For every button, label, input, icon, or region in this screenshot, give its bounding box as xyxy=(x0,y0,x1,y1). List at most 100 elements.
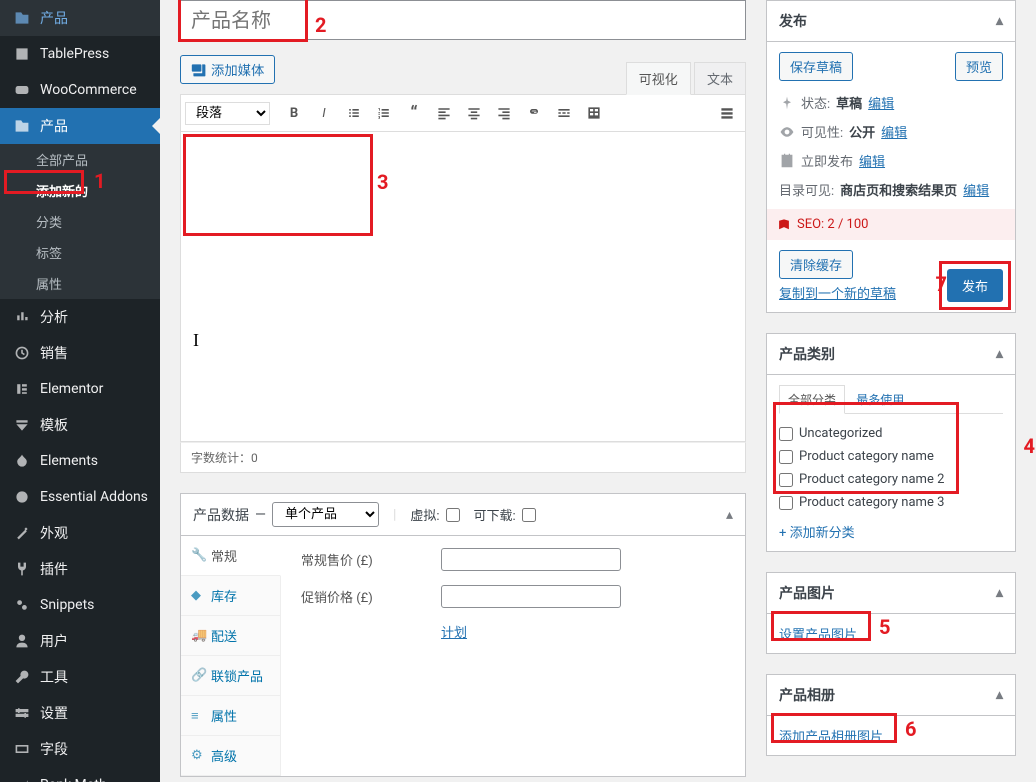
number-list-button[interactable] xyxy=(370,99,398,127)
collapse-toggle[interactable]: ▴ xyxy=(726,507,733,523)
link-icon: 🔗 xyxy=(191,668,205,683)
sidebar-item-8[interactable]: Elements xyxy=(0,443,160,479)
collapse-toggle[interactable]: ▴ xyxy=(996,13,1003,29)
set-product-image-link[interactable]: 设置产品图片 xyxy=(779,628,857,643)
edit-status-link[interactable]: 编辑 xyxy=(868,93,894,112)
add-gallery-image-link[interactable]: 添加产品相册图片 xyxy=(779,730,883,745)
align-left-button[interactable] xyxy=(430,99,458,127)
category-item-2[interactable]: Product category name 2 xyxy=(779,468,1003,491)
sidebar-item-2[interactable]: WooCommerce xyxy=(0,72,160,108)
sidebar-item-6[interactable]: Elementor xyxy=(0,371,160,407)
add-media-button[interactable]: 添加媒体 xyxy=(180,55,275,84)
align-right-button[interactable] xyxy=(490,99,518,127)
menu-label: 产品 xyxy=(40,8,68,28)
paragraph-selector[interactable]: 段落 xyxy=(185,102,270,125)
annotation-6: 6 xyxy=(905,717,916,741)
submenu-item-3[interactable]: 标签 xyxy=(0,237,160,268)
template-icon xyxy=(12,415,32,435)
category-item-1[interactable]: Product category name xyxy=(779,445,1003,468)
annotation-5: 5 xyxy=(879,615,890,639)
sidebar-item-9[interactable]: Essential Addons xyxy=(0,479,160,515)
publish-box-title: 发布 xyxy=(779,11,807,31)
editor-toolbar: 段落 B I “ xyxy=(180,94,746,132)
category-item-3[interactable]: Product category name 3 xyxy=(779,491,1003,514)
clear-cache-button[interactable]: 清除缓存 xyxy=(779,250,853,279)
sale-price-input[interactable] xyxy=(441,585,621,608)
virtual-checkbox[interactable] xyxy=(446,508,460,522)
sidebar-item-14[interactable]: 工具 xyxy=(0,659,160,695)
product-title-input[interactable] xyxy=(180,0,746,40)
users-icon xyxy=(12,631,32,651)
categories-title: 产品类别 xyxy=(779,344,835,364)
product-tab-2[interactable]: 🚚配送 xyxy=(181,616,280,656)
sales-icon xyxy=(12,343,32,363)
toolbar-toggle-button[interactable] xyxy=(713,99,741,127)
annotation-7: 7 xyxy=(936,272,947,296)
collapse-toggle[interactable]: ▴ xyxy=(996,346,1003,362)
submenu-item-2[interactable]: 分类 xyxy=(0,206,160,237)
annotation-4: 4 xyxy=(1024,434,1035,458)
sidebar-item-5[interactable]: 销售 xyxy=(0,335,160,371)
regular-price-input[interactable] xyxy=(441,548,621,571)
sidebar-item-12[interactable]: Snippets xyxy=(0,587,160,623)
annotation-3: 3 xyxy=(377,170,388,194)
tab-most-used[interactable]: 最多使用 xyxy=(848,386,912,413)
sidebar-item-13[interactable]: 用户 xyxy=(0,623,160,659)
product-tab-4[interactable]: ≡属性 xyxy=(181,696,280,736)
tablepress-icon xyxy=(12,44,32,64)
editor-content[interactable]: 3 I xyxy=(180,132,746,442)
preview-button[interactable]: 预览 xyxy=(955,52,1003,81)
product-tab-5[interactable]: ⚙高级 xyxy=(181,736,280,776)
product-type-select[interactable]: 单个产品 xyxy=(272,502,379,527)
tab-text[interactable]: 文本 xyxy=(694,62,746,94)
sidebar-item-0[interactable]: 产品 xyxy=(0,0,160,36)
collapse-toggle[interactable]: ▴ xyxy=(996,585,1003,601)
sidebar-item-11[interactable]: 插件 xyxy=(0,551,160,587)
menu-label: 分析 xyxy=(40,307,68,327)
sidebar-item-17[interactable]: Rank Math xyxy=(0,767,160,782)
sidebar-item-1[interactable]: TablePress xyxy=(0,36,160,72)
download-checkbox[interactable] xyxy=(522,508,536,522)
submenu-item-1[interactable]: 添加新的 xyxy=(0,175,160,206)
bold-button[interactable]: B xyxy=(280,99,308,127)
italic-button[interactable]: I xyxy=(310,99,338,127)
align-center-button[interactable] xyxy=(460,99,488,127)
submenu-item-0[interactable]: 全部产品 xyxy=(0,144,160,175)
plugins-icon xyxy=(12,559,32,579)
publish-button[interactable]: 发布 xyxy=(947,269,1003,302)
table-button[interactable] xyxy=(580,99,608,127)
bullet-list-button[interactable] xyxy=(340,99,368,127)
tab-visual[interactable]: 可视化 xyxy=(626,62,691,95)
inventory-icon: ◆ xyxy=(191,588,205,603)
submenu-item-4[interactable]: 属性 xyxy=(0,268,160,299)
sidebar-item-10[interactable]: 外观 xyxy=(0,515,160,551)
collapse-toggle[interactable]: ▴ xyxy=(996,687,1003,703)
product-tab-0[interactable]: 🔧常规 xyxy=(181,536,281,576)
sidebar-item-4[interactable]: 分析 xyxy=(0,299,160,335)
product-tab-1[interactable]: ◆库存 xyxy=(181,576,280,616)
edit-publish-date-link[interactable]: 编辑 xyxy=(859,151,885,170)
category-checkbox[interactable] xyxy=(779,450,793,464)
sidebar-item-3[interactable]: 产品 xyxy=(0,108,160,144)
sidebar-item-7[interactable]: 模板 xyxy=(0,407,160,443)
add-new-category-link[interactable]: + 添加新分类 xyxy=(779,522,855,541)
sidebar-item-15[interactable]: 设置 xyxy=(0,695,160,731)
copy-draft-link[interactable]: 复制到一个新的草稿 xyxy=(779,283,896,302)
edit-catalog-link[interactable]: 编辑 xyxy=(963,180,989,199)
product-tab-3[interactable]: 🔗联锁产品 xyxy=(181,656,280,696)
link-button[interactable] xyxy=(520,99,548,127)
tab-all-categories[interactable]: 全部分类 xyxy=(779,385,845,414)
category-item-0[interactable]: Uncategorized xyxy=(779,422,1003,445)
ea-icon xyxy=(12,487,32,507)
category-checkbox[interactable] xyxy=(779,496,793,510)
quote-button[interactable]: “ xyxy=(400,99,428,127)
product-icon xyxy=(12,8,32,28)
save-draft-button[interactable]: 保存草稿 xyxy=(779,52,853,81)
sidebar-item-16[interactable]: 字段 xyxy=(0,731,160,767)
category-checkbox[interactable] xyxy=(779,473,793,487)
schedule-link[interactable]: 计划 xyxy=(441,626,467,641)
edit-visibility-link[interactable]: 编辑 xyxy=(881,122,907,141)
gallery-title: 产品相册 xyxy=(779,685,835,705)
more-button[interactable] xyxy=(550,99,578,127)
category-checkbox[interactable] xyxy=(779,427,793,441)
